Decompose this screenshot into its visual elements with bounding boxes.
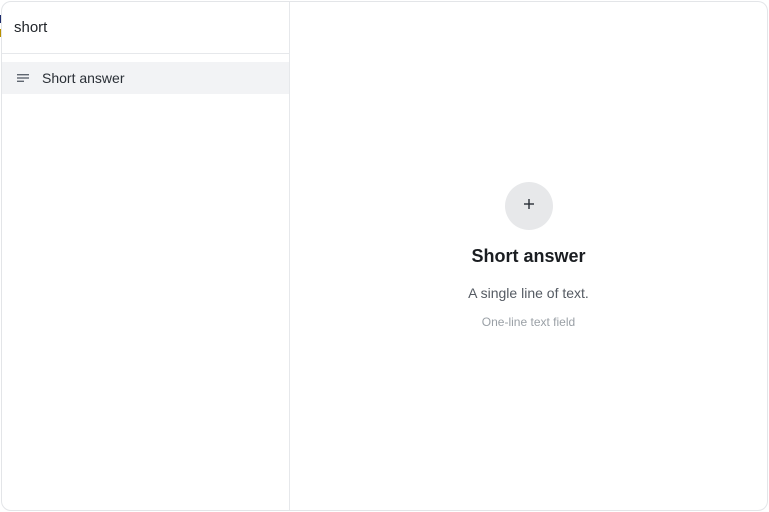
result-item-short-answer[interactable]: Short answer — [2, 62, 289, 94]
field-preview-pane: Short answer A single line of text. One-… — [290, 2, 767, 510]
field-title: Short answer — [471, 246, 586, 266]
search-input[interactable] — [14, 19, 274, 36]
result-list: Short answer — [2, 54, 289, 94]
short-text-icon — [16, 70, 32, 86]
field-search-pane: Short answer — [2, 2, 290, 510]
add-field-button[interactable] — [504, 182, 553, 230]
result-item-label: Short answer — [42, 70, 125, 86]
field-hint: One-line text field — [481, 315, 576, 329]
plus-icon — [523, 197, 535, 215]
field-description: A single line of text. — [468, 285, 589, 301]
search-bar — [2, 2, 289, 54]
field-picker-dialog: Short answer Short answer A single line … — [1, 1, 768, 511]
